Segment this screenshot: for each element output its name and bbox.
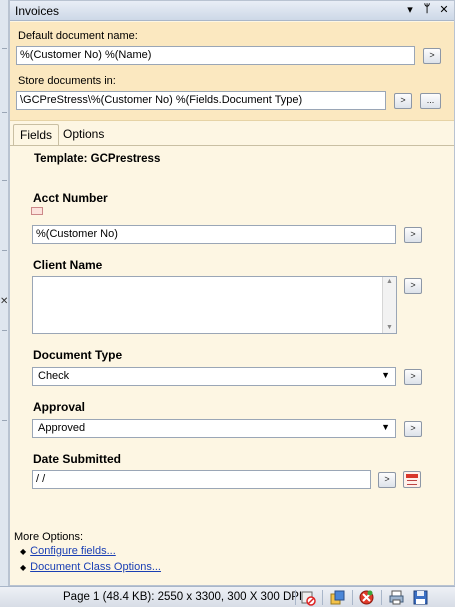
document-type-select[interactable]: Check ▼ (32, 367, 396, 386)
tab-fields[interactable]: Fields (13, 124, 60, 145)
document-type-value: Check (38, 370, 70, 382)
stop-icon[interactable] (358, 589, 375, 606)
save-icon[interactable] (412, 589, 429, 606)
configure-fields-link[interactable]: Configure fields... (30, 545, 116, 557)
status-separator (322, 590, 323, 605)
store-label: Store documents in: (18, 75, 116, 87)
client-name-label: Client Name (33, 258, 103, 272)
client-name-insert-button[interactable]: > (404, 278, 422, 294)
status-separator (295, 590, 296, 605)
dock-divider (2, 112, 7, 113)
print-icon[interactable] (388, 589, 405, 606)
dock-divider (2, 180, 7, 181)
approval-select[interactable]: Approved ▼ (32, 419, 396, 438)
store-path-insert-button[interactable]: > (394, 93, 412, 109)
dock-divider (2, 250, 7, 251)
store-path-input[interactable]: \GCPreStress\%(Customer No) %(Fields.Doc… (16, 91, 386, 110)
scroll-up-icon[interactable]: ▲ (383, 278, 396, 285)
dropdown-arrow-icon[interactable]: ▾ (404, 3, 416, 16)
browse-button[interactable]: ... (420, 93, 441, 109)
bullet-icon: ◆ (20, 547, 27, 556)
dock-divider (2, 420, 7, 421)
approval-value: Approved (38, 422, 86, 434)
calendar-icon[interactable] (403, 471, 421, 488)
chevron-down-icon[interactable]: ▼ (381, 370, 390, 380)
client-name-textarea[interactable]: ▲ ▼ (32, 276, 397, 334)
acct-number-label: Acct Number (33, 191, 108, 205)
dock-close-icon[interactable]: ✕ (0, 296, 8, 307)
export-icon[interactable] (329, 589, 346, 606)
scroll-down-icon[interactable]: ▼ (383, 324, 396, 331)
acct-number-input[interactable]: %(Customer No) (32, 225, 396, 244)
panel-title: Invoices (15, 4, 60, 18)
pin-icon[interactable]: ᛘ (421, 3, 433, 16)
bullet-icon: ◆ (20, 563, 27, 572)
status-separator (352, 590, 353, 605)
tab-divider (10, 145, 454, 146)
status-separator (381, 590, 382, 605)
status-bar: Page 1 (48.4 KB): 2550 x 3300, 300 X 300… (0, 586, 455, 607)
document-type-insert-button[interactable]: > (404, 369, 422, 385)
document-settings-header: Default document name: %(Customer No) %(… (10, 22, 454, 121)
date-submitted-input[interactable]: / / (32, 470, 371, 489)
date-submitted-insert-button[interactable]: > (378, 472, 396, 488)
acct-number-insert-button[interactable]: > (404, 227, 422, 243)
document-class-options-link[interactable]: Document Class Options... (30, 561, 161, 573)
default-name-insert-button[interactable]: > (423, 48, 441, 64)
dock-divider (2, 330, 7, 331)
approval-label: Approval (33, 400, 86, 414)
default-name-input[interactable]: %(Customer No) %(Name) (16, 46, 415, 65)
tab-strip: Fields Options (10, 122, 454, 145)
left-dock-strip: ✕ (0, 0, 9, 607)
more-options-label: More Options: (14, 531, 84, 543)
invoices-panel: Invoices ▾ ᛘ ✕ Default document name: %(… (9, 0, 455, 586)
dock-divider (2, 48, 7, 49)
page-info: Page 1 (48.4 KB): 2550 x 3300, 300 X 300… (63, 591, 303, 603)
chevron-down-icon[interactable]: ▼ (381, 422, 390, 432)
template-name: Template: GCPrestress (34, 153, 161, 165)
panel-titlebar: Invoices ▾ ᛘ ✕ (10, 1, 454, 21)
field-format-icon[interactable] (31, 207, 43, 215)
approval-insert-button[interactable]: > (404, 421, 422, 437)
document-type-label: Document Type (33, 348, 123, 362)
close-icon[interactable]: ✕ (438, 3, 450, 16)
tab-options[interactable]: Options (57, 124, 110, 145)
date-submitted-label: Date Submitted (33, 452, 122, 466)
no-scan-icon[interactable] (300, 589, 317, 606)
textarea-scrollbar[interactable]: ▲ ▼ (382, 277, 396, 333)
default-name-label: Default document name: (18, 30, 138, 42)
